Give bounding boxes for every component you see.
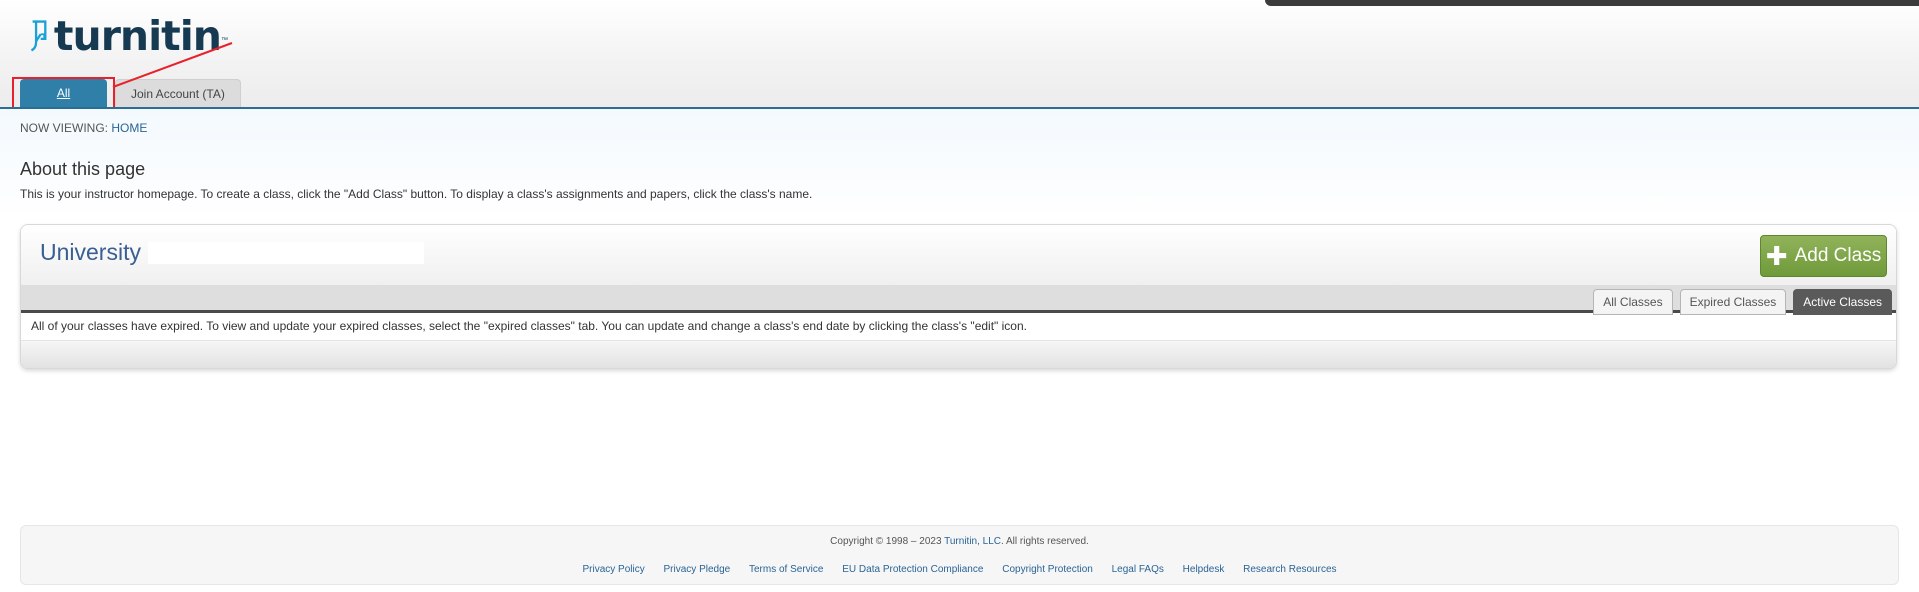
footer-links: Privacy Policy Privacy Pledge Terms of S… [21, 564, 1898, 575]
institution-name: University [40, 239, 141, 265]
footer-link-helpdesk[interactable]: Helpdesk [1183, 564, 1225, 575]
breadcrumb-home-link[interactable]: HOME [111, 121, 147, 135]
message-text: All of your classes have expired. To vie… [31, 319, 1027, 333]
breadcrumb-prefix: NOW VIEWING: [20, 121, 108, 135]
footer-link-privacy-policy[interactable]: Privacy Policy [582, 564, 644, 575]
filter-tab-expired-classes[interactable]: Expired Classes [1679, 289, 1787, 315]
add-class-label: Add Class [1794, 245, 1882, 266]
annotation-highlight-box [12, 77, 115, 110]
copyright-prefix: Copyright © 1998 – 2023 [830, 536, 942, 547]
filter-tab-active-classes[interactable]: Active Classes [1793, 289, 1892, 315]
copyright-suffix: . All rights reserved. [1001, 536, 1089, 547]
top-strip [1265, 0, 1919, 6]
page-title: About this page [20, 159, 146, 179]
add-class-button[interactable]: ✚ Add Class [1760, 235, 1887, 277]
footer-link-terms-of-service[interactable]: Terms of Service [749, 564, 823, 575]
tab-join-account-ta[interactable]: Join Account (TA) [115, 79, 241, 108]
class-filter-tabs: All Classes Expired Classes Active Class… [1586, 289, 1892, 315]
page-footer: Copyright © 1998 – 2023 Turnitin, LLC. A… [20, 525, 1899, 585]
class-panel-header: University ✚ Add Class [21, 225, 1896, 285]
copyright-notice: Copyright © 1998 – 2023 Turnitin, LLC. A… [21, 536, 1898, 547]
content-band [0, 109, 1919, 219]
header: turnitin ™ All Classes Join Account (TA) [0, 0, 1919, 129]
expired-classes-message: All of your classes have expired. To vie… [21, 313, 1896, 341]
class-panel-footer [21, 341, 1896, 368]
logo-trademark: ™ [221, 36, 228, 44]
turnitin-company-link[interactable]: Turnitin, LLC [944, 536, 1001, 547]
page-description: This is your instructor homepage. To cre… [20, 187, 813, 201]
footer-link-eu-data-protection[interactable]: EU Data Protection Compliance [842, 564, 983, 575]
plus-icon: ✚ [1765, 241, 1788, 271]
turnitin-instructor-homepage: turnitin ™ All Classes Join Account (TA)… [0, 0, 1919, 592]
class-filter-bar: All Classes Expired Classes Active Class… [21, 285, 1896, 315]
redacted-area [148, 242, 424, 264]
footer-link-copyright-protection[interactable]: Copyright Protection [1002, 564, 1093, 575]
filter-tab-all-classes[interactable]: All Classes [1593, 289, 1673, 315]
class-panel: University ✚ Add Class All Classes Expir… [20, 224, 1897, 369]
footer-link-privacy-pledge[interactable]: Privacy Pledge [664, 564, 731, 575]
footer-link-legal-faqs[interactable]: Legal FAQs [1112, 564, 1164, 575]
footer-link-research-resources[interactable]: Research Resources [1243, 564, 1336, 575]
turnitin-logo[interactable]: turnitin ™ [28, 6, 228, 66]
logo-wordmark: turnitin [53, 11, 222, 60]
breadcrumb: NOW VIEWING: HOME [20, 121, 147, 135]
turnitin-logo-icon [30, 20, 47, 52]
